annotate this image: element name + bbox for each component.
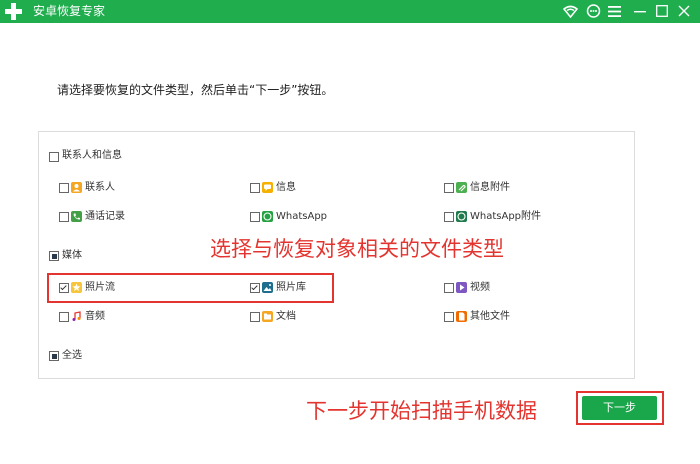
documents-label: 文档 bbox=[276, 311, 296, 322]
messages-label: 信息 bbox=[276, 182, 296, 193]
whatsapp-attachment-icon bbox=[456, 211, 467, 222]
whatsapp-attachments-label: WhatsApp附件 bbox=[470, 211, 542, 222]
message-attachments-checkbox[interactable] bbox=[444, 183, 454, 193]
video-label: 视频 bbox=[470, 282, 490, 293]
call-log-label: 通话记录 bbox=[85, 211, 125, 222]
media-group-checkbox[interactable] bbox=[49, 251, 59, 261]
contacts-group-label: 联系人和信息 bbox=[62, 150, 122, 161]
messages-checkbox[interactable] bbox=[250, 183, 260, 193]
wifi-icon[interactable] bbox=[562, 3, 578, 19]
next-button[interactable]: 下一步 bbox=[582, 396, 657, 420]
maximize-icon[interactable] bbox=[654, 3, 670, 19]
video-checkbox[interactable] bbox=[444, 283, 454, 293]
call-log-checkbox[interactable] bbox=[59, 212, 69, 222]
annotation-next-scan: 下一步开始扫描手机数据 bbox=[306, 399, 537, 423]
audio-label: 音频 bbox=[85, 311, 105, 322]
phone-icon bbox=[71, 211, 82, 222]
message-bubble-icon bbox=[262, 182, 273, 193]
contact-card-icon bbox=[71, 182, 82, 193]
app-logo-icon bbox=[5, 3, 22, 20]
annotation-select-types: 选择与恢复对象相关的文件类型 bbox=[210, 237, 504, 261]
whatsapp-icon bbox=[262, 211, 273, 222]
contacts-label: 联系人 bbox=[85, 182, 115, 193]
other-files-label: 其他文件 bbox=[470, 311, 510, 322]
close-icon[interactable] bbox=[676, 3, 692, 19]
whatsapp-attachments-checkbox[interactable] bbox=[444, 212, 454, 222]
contacts-group-checkbox[interactable] bbox=[49, 152, 59, 162]
annotation-photo-highlight bbox=[47, 273, 334, 303]
message-attachments-label: 信息附件 bbox=[470, 182, 510, 193]
menu-icon[interactable] bbox=[606, 3, 622, 19]
contacts-checkbox[interactable] bbox=[59, 183, 69, 193]
audio-checkbox[interactable] bbox=[59, 312, 69, 322]
media-group-label: 媒体 bbox=[62, 250, 82, 261]
file-icon bbox=[456, 311, 467, 322]
folder-icon bbox=[262, 311, 273, 322]
paperclip-icon bbox=[456, 182, 467, 193]
select-all-label: 全选 bbox=[62, 350, 82, 361]
app-title: 安卓恢复专家 bbox=[33, 4, 106, 18]
whatsapp-label: WhatsApp bbox=[276, 211, 328, 222]
title-bar: 安卓恢复专家 bbox=[0, 0, 700, 23]
minimize-icon[interactable] bbox=[632, 3, 648, 19]
video-play-icon bbox=[456, 282, 467, 293]
other-files-checkbox[interactable] bbox=[444, 312, 454, 322]
instruction-text: 请选择要恢复的文件类型，然后单击“下一步”按钮。 bbox=[57, 83, 334, 97]
chat-icon[interactable] bbox=[585, 3, 601, 19]
whatsapp-checkbox[interactable] bbox=[250, 212, 260, 222]
documents-checkbox[interactable] bbox=[250, 312, 260, 322]
select-all-checkbox[interactable] bbox=[49, 351, 59, 361]
music-note-icon bbox=[71, 311, 82, 322]
